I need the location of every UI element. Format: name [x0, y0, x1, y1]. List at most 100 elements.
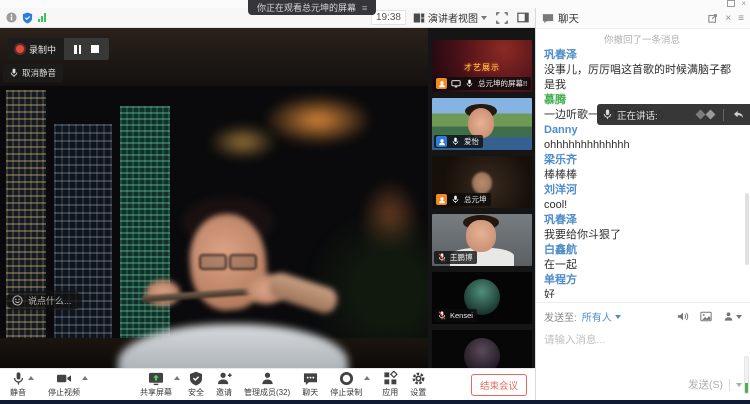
logo-diamond-icon	[696, 110, 706, 120]
message-input[interactable]: 请输入消息...	[544, 332, 742, 347]
participant-name: 总元坤	[464, 194, 487, 205]
chat-title: 聊天	[558, 11, 579, 26]
chat-message-text: 我要给你斗狠了	[544, 228, 740, 243]
chat-message-text: 在一起	[544, 258, 740, 273]
mic-icon	[450, 136, 461, 147]
tile-name-label: 爱怡	[434, 135, 483, 148]
mic-options-chevron[interactable]	[28, 376, 34, 380]
chat-sender-name[interactable]: Danny	[544, 123, 740, 138]
person-icon	[260, 371, 275, 386]
end-meeting-button[interactable]: 结束会议	[471, 374, 527, 396]
participant-name: Kensei	[450, 311, 473, 320]
close-icon[interactable]: ×	[741, 1, 746, 6]
chat-composer: 发送至: 所有人 请输入消息... 发送(S)	[536, 302, 750, 396]
stop-recording-button[interactable]	[91, 45, 99, 53]
chat-sender-name[interactable]: 白鑫航	[544, 243, 740, 258]
banner-menu-icon[interactable]: ≡	[362, 3, 367, 13]
meeting-window: 你正在观看总元坤的屏幕 ≡ × 19:38 演讲者视图	[0, 0, 750, 404]
participant-tile[interactable]: 王鹏博	[432, 214, 532, 266]
mute-button[interactable]: 静音	[10, 371, 26, 398]
settings-button[interactable]: 设置	[410, 371, 426, 398]
performer-glasses	[197, 254, 259, 267]
os-taskbar	[0, 400, 750, 404]
participant-tile-screen-share[interactable]: 才艺展示 总元坤的屏幕!!	[432, 40, 532, 92]
warm-light	[208, 124, 278, 160]
tile-name-label: Kensei	[434, 309, 477, 322]
share-screen-icon	[148, 371, 164, 386]
participant-tile[interactable]: 总元坤	[432, 156, 532, 208]
share-options-chevron[interactable]	[174, 376, 180, 380]
reply-arrow-icon[interactable]	[733, 110, 744, 120]
panel-toggle-icon[interactable]	[517, 12, 529, 23]
chat-message-text: 好	[544, 288, 740, 298]
mic-muted-icon	[436, 310, 447, 321]
send-button[interactable]: 发送(S)	[688, 377, 742, 392]
sound-notify-icon[interactable]	[677, 311, 689, 322]
chat-message-list[interactable]: 你撤回了一条消息 巩春泽 没事儿，厉厉唱这首歌的时候满脑子都是我 慕腾 一边听歌…	[536, 28, 750, 298]
security-button[interactable]: 安全	[188, 371, 204, 398]
mic-icon	[10, 68, 18, 78]
popout-icon[interactable]	[708, 13, 718, 23]
city-building	[54, 124, 112, 350]
record-options-chevron[interactable]	[364, 376, 370, 380]
video-options-chevron[interactable]	[82, 376, 88, 380]
meeting-info-icon[interactable]	[6, 12, 17, 23]
record-icon	[339, 371, 354, 386]
maximize-icon[interactable]	[727, 0, 735, 7]
chat-sender-name[interactable]: 巩春泽	[544, 213, 740, 228]
pause-recording-button[interactable]	[74, 45, 81, 54]
chat-sender-name[interactable]: 梁乐齐	[544, 153, 740, 168]
stop-record-button[interactable]: 停止录制	[330, 371, 362, 398]
stop-video-button[interactable]: 停止视频	[48, 371, 80, 398]
send-options-chevron[interactable]	[736, 383, 742, 387]
shared-screen-video[interactable]: 录制中 取消静音 说点什么...	[0, 28, 428, 368]
view-mode-label: 演讲者视图	[428, 10, 478, 25]
danmaku-input[interactable]: 说点什么...	[6, 291, 82, 310]
chat-message-text: 棒棒棒	[544, 168, 740, 183]
chat-bubble-icon	[542, 13, 554, 24]
person-add-icon	[217, 371, 232, 386]
smiley-icon	[12, 295, 23, 306]
chat-bubble-icon	[303, 372, 318, 386]
participant-tile[interactable]: 爱怡	[432, 98, 532, 150]
meeting-clock: 19:38	[371, 10, 406, 25]
chat-sender-name[interactable]: 巩春泽	[544, 48, 740, 63]
close-chat-icon[interactable]: ×	[725, 13, 731, 24]
chat-sender-name[interactable]: 单程方	[544, 273, 740, 288]
host-avatar-badge	[436, 78, 447, 89]
chat-message-text: ohhhhhhhhhhhhh	[544, 138, 740, 153]
fullscreen-icon[interactable]	[496, 12, 508, 24]
chat-menu-icon[interactable]: ≡	[738, 13, 744, 24]
chat-message-text: cool!	[544, 198, 740, 213]
chat-sender-name[interactable]: 刘洋河	[544, 183, 740, 198]
chat-button[interactable]: 聊天	[302, 372, 318, 398]
image-icon[interactable]	[700, 311, 712, 322]
send-to-selector[interactable]: 所有人	[582, 309, 621, 324]
composer-scrollbar[interactable]	[744, 356, 749, 394]
window-controls: ×	[727, 0, 746, 7]
participant-tile[interactable]: Kensei	[432, 272, 532, 324]
network-signal-icon	[38, 13, 46, 22]
watching-banner-text: 你正在观看总元坤的屏幕	[257, 1, 356, 14]
invite-button[interactable]: 邀请	[216, 371, 232, 398]
unmute-hint-button[interactable]: 取消静音	[3, 64, 63, 82]
apps-grid-icon	[383, 371, 398, 386]
participant-name: 总元坤的屏幕!!	[478, 78, 527, 89]
shield-icon	[189, 371, 203, 386]
mention-member-icon[interactable]	[723, 311, 742, 322]
camera-icon	[56, 371, 72, 386]
chat-scrollbar[interactable]	[745, 193, 749, 265]
manage-members-button[interactable]: 管理成员(32)	[244, 371, 290, 398]
gear-icon	[411, 371, 426, 386]
share-caption: 才艺展示	[432, 62, 532, 73]
mic-icon	[464, 78, 475, 89]
watching-banner[interactable]: 你正在观看总元坤的屏幕 ≡	[248, 0, 376, 15]
security-shield-icon[interactable]	[22, 12, 33, 24]
recording-label: 录制中	[29, 43, 56, 56]
view-mode-button[interactable]: 演讲者视图	[413, 10, 487, 25]
meeting-toolbar: 静音 停止视频 共享屏幕 安全 邀请 管理成员(32) 聊天	[0, 368, 535, 400]
share-screen-button[interactable]: 共享屏幕	[140, 371, 172, 398]
apps-button[interactable]: 应用	[382, 371, 398, 398]
recording-dot-icon	[16, 45, 24, 53]
unmute-hint-label: 取消静音	[22, 67, 56, 79]
